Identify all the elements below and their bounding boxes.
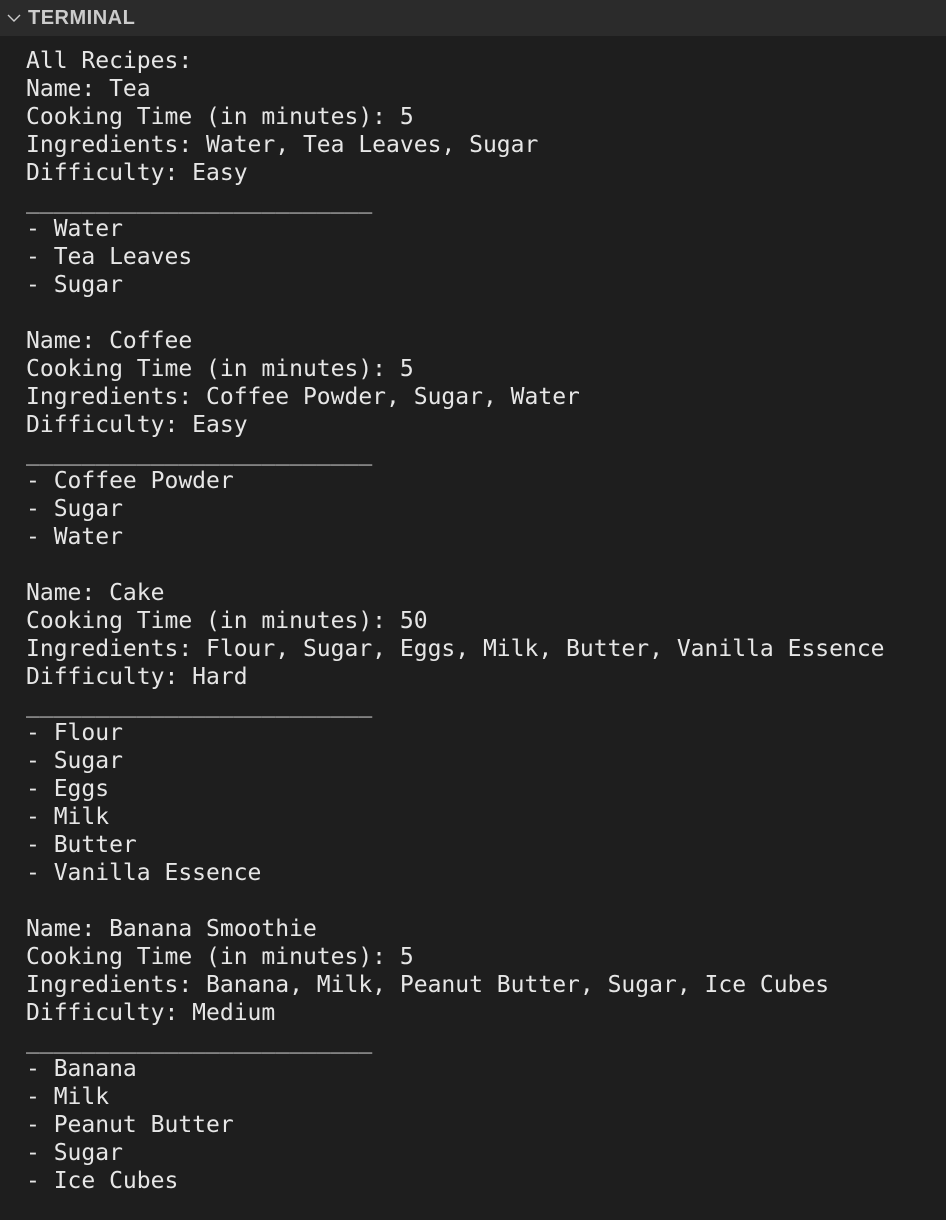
terminal-line: Ingredients: Coffee Powder, Sugar, Water bbox=[26, 384, 580, 410]
terminal-line: Difficulty: Easy bbox=[26, 412, 248, 438]
terminal-line: Difficulty: Easy bbox=[26, 160, 248, 186]
terminal-line: _________________________ bbox=[26, 188, 373, 214]
terminal-line: - Water bbox=[26, 216, 123, 242]
terminal-line: Cooking Time (in minutes): 5 bbox=[26, 356, 414, 382]
terminal-line: _________________________ bbox=[26, 692, 373, 718]
panel-title: TERMINAL bbox=[28, 7, 136, 29]
terminal-line: Name: Tea bbox=[26, 76, 151, 102]
terminal-line: - Butter bbox=[26, 832, 137, 858]
terminal-line: - Eggs bbox=[26, 776, 110, 802]
terminal-line: - Peanut Butter bbox=[26, 1112, 234, 1138]
terminal-line: - Sugar bbox=[26, 1140, 123, 1166]
chevron-down-icon[interactable] bbox=[0, 3, 28, 33]
terminal-line: - Water bbox=[26, 524, 123, 550]
terminal-line: Difficulty: Medium bbox=[26, 1000, 276, 1026]
terminal-line: - Flour bbox=[26, 720, 123, 746]
terminal-line: - Banana bbox=[26, 1056, 137, 1082]
terminal-line: - Sugar bbox=[26, 272, 123, 298]
terminal-line: - Sugar bbox=[26, 496, 123, 522]
terminal-output[interactable]: All Recipes: Name: Tea Cooking Time (in mi… bbox=[26, 47, 936, 1195]
terminal-line: All Recipes: bbox=[26, 48, 193, 74]
terminal-line: Ingredients: Flour, Sugar, Eggs, Milk, B… bbox=[26, 636, 885, 662]
terminal-line: Name: Cake bbox=[26, 580, 165, 606]
terminal-line: Name: Coffee bbox=[26, 328, 193, 354]
terminal-line: - Vanilla Essence bbox=[26, 860, 262, 886]
terminal-line: - Tea Leaves bbox=[26, 244, 193, 270]
terminal-line: - Coffee Powder bbox=[26, 468, 234, 494]
terminal-line: - Milk bbox=[26, 804, 110, 830]
terminal-line: Name: Banana Smoothie bbox=[26, 916, 317, 942]
terminal-line: Ingredients: Water, Tea Leaves, Sugar bbox=[26, 132, 539, 158]
terminal-line: Cooking Time (in minutes): 5 bbox=[26, 104, 414, 130]
terminal-line: - Ice Cubes bbox=[26, 1168, 179, 1194]
terminal-line: _________________________ bbox=[26, 1028, 373, 1054]
terminal-line: Ingredients: Banana, Milk, Peanut Butter… bbox=[26, 972, 830, 998]
terminal-line: - Milk bbox=[26, 1084, 110, 1110]
terminal-line: Cooking Time (in minutes): 50 bbox=[26, 608, 428, 634]
terminal-line: Difficulty: Hard bbox=[26, 664, 248, 690]
terminal-line: - Sugar bbox=[26, 748, 123, 774]
terminal-line: _________________________ bbox=[26, 440, 373, 466]
terminal-line: Cooking Time (in minutes): 5 bbox=[26, 944, 414, 970]
terminal-panel-header[interactable]: TERMINAL bbox=[0, 0, 946, 36]
